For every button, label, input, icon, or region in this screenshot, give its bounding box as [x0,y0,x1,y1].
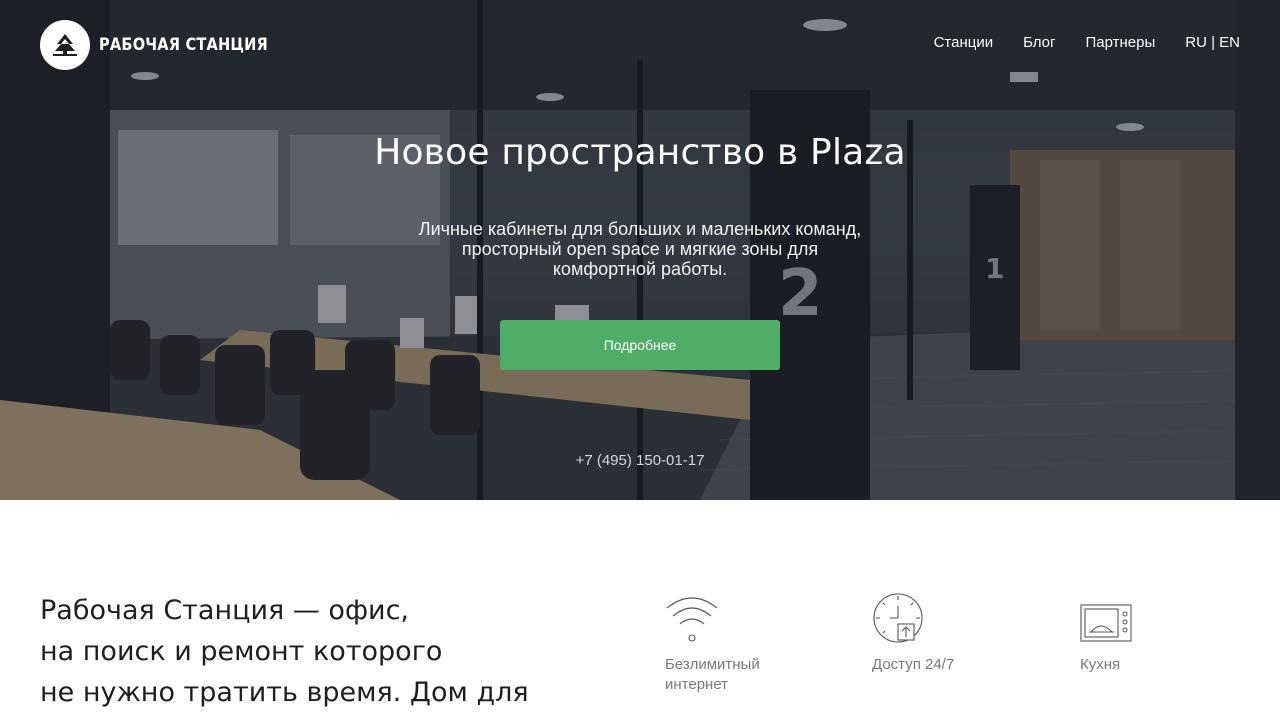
nav-item-stations[interactable]: Станции [934,34,994,51]
microwave-icon [1080,604,1132,642]
about-line: Рабочая Станция — офис, [40,595,410,626]
brand-logo[interactable]: РАБОЧАЯ СТАНЦИЯ [40,20,295,70]
nav-item-partners[interactable]: Партнеры [1086,34,1156,51]
nav-item-blog[interactable]: Блог [1023,34,1055,51]
about-line: не нужно тратить время. Дом для [40,677,529,708]
wifi-icon [666,597,718,642]
about-line: на поиск и ремонт которого [40,636,443,667]
feature-internet: Безлимитный интернет [665,592,815,695]
feature-label: интернет [665,676,729,693]
feature-access-24-7: Доступ 24/7 [872,592,1022,675]
phone-number[interactable]: +7 (495) 150-01-17 [0,452,1280,469]
more-details-button[interactable]: Подробнее [500,320,780,370]
hero-title: Новое пространство в Plaza [374,132,906,173]
clock-24-7-icon [873,593,923,643]
about-text: Рабочая Станция — офис, на поиск и ремон… [40,590,600,713]
hero-subtitle: Личные кабинеты для больших и маленьких … [418,219,862,279]
feature-label: Доступ 24/7 [872,656,955,673]
feature-label: Безлимитный [665,656,760,673]
hero-section: 2 1 РАБОЧАЯ СТАНЦИЯ Станции Блог Партнер… [0,0,1280,500]
feature-label: Кухня [1080,656,1121,673]
main-nav: Станции Блог Партнеры RU | EN [904,34,1240,51]
language-switcher[interactable]: RU | EN [1185,34,1240,51]
pine-trees-logo-icon [40,20,90,70]
brand-name: РАБОЧАЯ СТАНЦИЯ [99,35,268,55]
feature-kitchen: Кухня [1080,592,1230,675]
